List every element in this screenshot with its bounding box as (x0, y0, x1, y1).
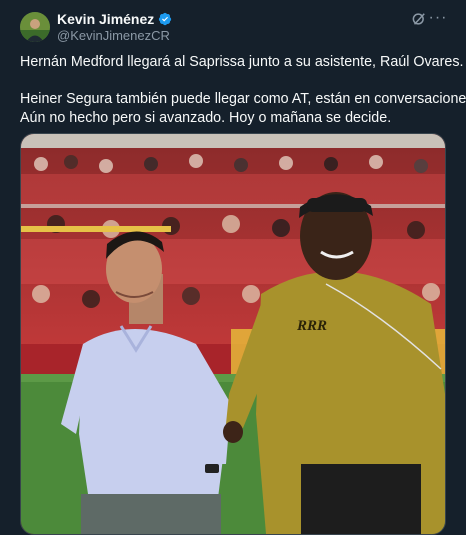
verified-badge-icon (159, 12, 172, 26)
tweet-photo[interactable]: RRR (20, 133, 446, 535)
more-options-icon[interactable]: ··· (428, 8, 448, 28)
svg-text:RRR: RRR (296, 318, 327, 334)
avatar-icon (20, 12, 50, 42)
grok-icon[interactable] (410, 10, 428, 28)
tweet: Kevin Jiménez @KevinJimenezCR ··· Hernán… (0, 0, 466, 535)
tweet-text-line-2: Heiner Segura también puede llegar como … (20, 91, 466, 107)
tweet-text-line-1: Hernán Medford llegará al Saprissa junto… (20, 54, 464, 70)
author-display-name[interactable]: Kevin Jiménez (57, 11, 154, 27)
photo-two-men-walking-icon: RRR (21, 134, 445, 534)
author-handle[interactable]: @KevinJimenezCR (57, 28, 170, 43)
author-name-row[interactable]: Kevin Jiménez (57, 11, 172, 27)
author-avatar[interactable] (20, 12, 50, 42)
tweet-text-line-3: Aún no hecho pero si avanzado. Hoy o mañ… (20, 110, 392, 126)
